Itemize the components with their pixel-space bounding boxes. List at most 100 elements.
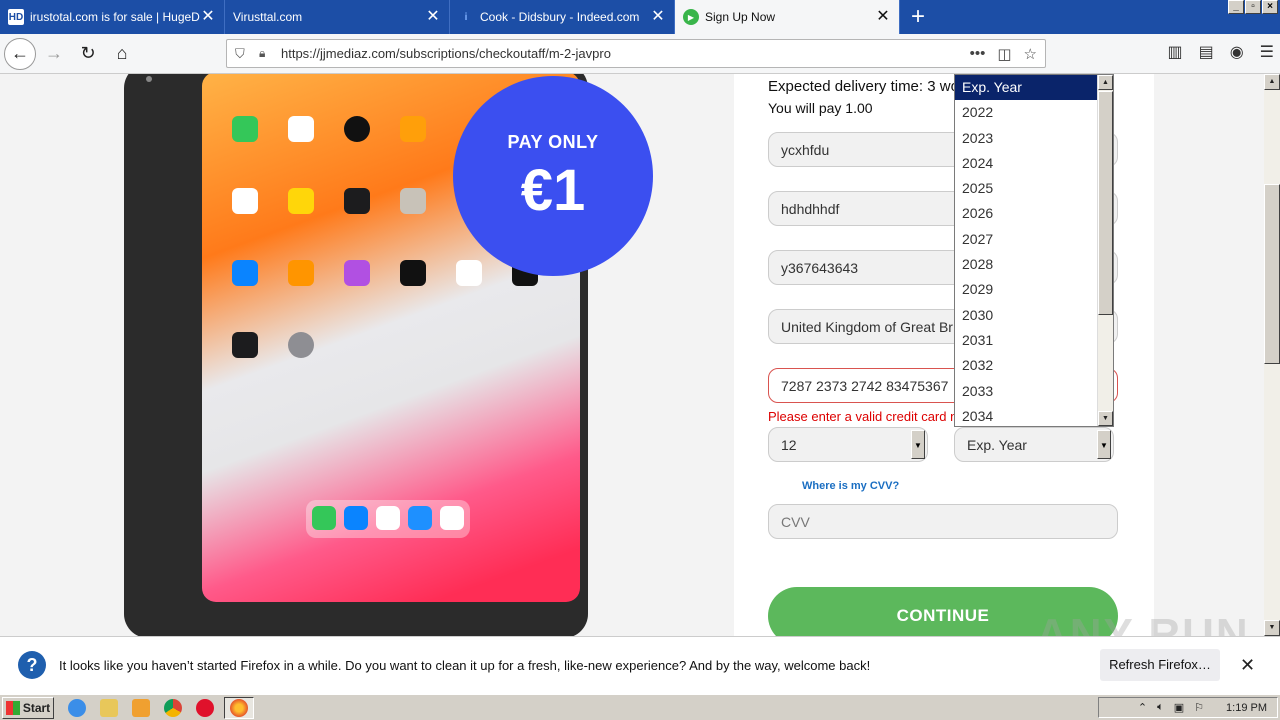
year-option[interactable]: 2028 — [955, 252, 1099, 277]
tab-close-icon[interactable]: ✕ — [200, 9, 216, 25]
scroll-down-icon[interactable]: ▼ — [1264, 620, 1280, 636]
cvv-field[interactable]: CVV — [768, 504, 1118, 539]
year-option[interactable]: 2025 — [955, 176, 1099, 201]
firefox-icon — [230, 698, 248, 717]
pocket-icon[interactable]: ◫ — [997, 45, 1011, 63]
arrow-right-icon: → — [45, 43, 63, 63]
year-option[interactable]: 2027 — [955, 227, 1099, 252]
minimize-icon[interactable]: _ — [1228, 0, 1244, 14]
year-option[interactable]: 2031 — [955, 328, 1099, 353]
scroll-thumb[interactable] — [1098, 91, 1113, 315]
start-label: Start — [22, 700, 51, 715]
lock-icon[interactable]: 🔒︎ — [259, 46, 273, 61]
safari-app-icon — [344, 506, 368, 530]
where-is-cvv-link[interactable]: Where is my CVV? — [802, 480, 899, 492]
firefox-notification-bar: ? It looks like you haven’t started Fire… — [0, 636, 1280, 694]
year-option[interactable]: 2022 — [955, 100, 1099, 125]
forward-button[interactable]: → — [38, 38, 70, 70]
page-actions-icon[interactable]: ••• — [970, 45, 986, 63]
clock: 1:19 PM — [1226, 701, 1267, 714]
windows-taskbar: Start ⌃ 🔈︎ ▣ ⚐ 1:19 PM — [0, 694, 1280, 720]
opera-icon[interactable] — [196, 698, 214, 717]
year-option[interactable]: Exp. Year — [955, 75, 1099, 101]
navigation-bar: ← → ↻ ⌂ ⛉ 🔒︎ https://jjmediaz.com/subscr… — [0, 34, 1280, 74]
close-icon[interactable]: ✕ — [1240, 655, 1255, 676]
url-bar[interactable]: ⛉ 🔒︎ https://jjmediaz.com/subscriptions/… — [226, 39, 1046, 68]
dropdown-scrollbar[interactable]: ▲ ▼ — [1097, 75, 1113, 426]
action-center-flag-icon[interactable]: ⚐ — [1194, 701, 1204, 714]
refresh-firefox-button[interactable]: Refresh Firefox… — [1100, 649, 1220, 681]
exp-year-dropdown-list[interactable]: Exp. Year 2022 2023 2024 2025 2026 2027 2028 202… — [954, 74, 1114, 427]
internet-explorer-icon[interactable] — [68, 698, 86, 717]
start-button[interactable]: Start — [2, 696, 54, 719]
home-icon: ⌂ — [116, 43, 128, 63]
account-icon[interactable]: ◉ — [1230, 42, 1244, 62]
network-icon[interactable]: ▣ — [1174, 701, 1184, 714]
scroll-thumb[interactable] — [1264, 184, 1280, 364]
hugedomains-favicon-icon: HD — [8, 9, 24, 25]
year-option[interactable]: 2026 — [955, 201, 1099, 226]
tray-expand-icon[interactable]: ⌃ — [1138, 701, 1147, 714]
scroll-up-icon[interactable]: ▲ — [1098, 75, 1113, 90]
page-scrollbar[interactable]: ▲ ▼ — [1264, 74, 1280, 636]
books-app-icon — [288, 260, 314, 286]
year-option[interactable]: 2029 — [955, 277, 1099, 302]
arrow-left-icon: ← — [11, 43, 29, 63]
clock-app-icon — [344, 116, 370, 142]
scroll-up-icon[interactable]: ▲ — [1264, 74, 1280, 90]
tab-title: Sign Up Now — [705, 10, 776, 24]
menu-icon[interactable]: ☰ — [1260, 42, 1274, 62]
chevron-down-icon[interactable]: ▼ — [1097, 430, 1111, 459]
tab-title: irustotal.com is for sale | HugeDomains — [30, 10, 200, 24]
year-option[interactable]: 2032 — [955, 353, 1099, 378]
folder-icon[interactable] — [100, 698, 118, 717]
shield-icon[interactable]: ⛉ — [235, 46, 251, 62]
year-option[interactable]: 2023 — [955, 126, 1099, 151]
maximize-icon[interactable]: ▫ — [1245, 0, 1261, 14]
system-tray: ⌃ 🔈︎ ▣ ⚐ 1:19 PM — [1098, 697, 1278, 718]
sidebar-icon[interactable]: ▤ — [1199, 42, 1214, 62]
tab-sign-up-now[interactable]: ▶ Sign Up Now ✕ — [675, 0, 900, 34]
chevron-down-icon[interactable]: ▼ — [911, 430, 925, 459]
bookmark-star-icon[interactable]: ☆ — [1024, 45, 1037, 63]
new-tab-button[interactable]: + — [900, 0, 936, 34]
tab-hugedomains[interactable]: HD irustotal.com is for sale | HugeDomai… — [0, 0, 225, 34]
reload-button[interactable]: ↻ — [72, 38, 104, 70]
card-error-message: Please enter a valid credit card n — [768, 409, 958, 424]
chrome-icon[interactable] — [164, 698, 182, 717]
library-icon[interactable]: ▥ — [1167, 42, 1182, 62]
calendar-app-icon — [288, 116, 314, 142]
firefox-taskbar-button[interactable] — [224, 696, 254, 719]
ipad-dock — [306, 500, 470, 538]
play-favicon-icon: ▶ — [683, 9, 699, 25]
back-button[interactable]: ← — [4, 37, 36, 70]
pay-only-badge: PAY ONLY €1 — [453, 76, 653, 276]
tab-title: Virusttal.com — [233, 10, 303, 24]
tab-close-icon[interactable]: ✕ — [650, 9, 666, 25]
settings-app-icon — [288, 332, 314, 358]
exp-year-select[interactable]: Exp. Year ▼ — [954, 427, 1114, 462]
year-option[interactable]: 2030 — [955, 303, 1099, 328]
tab-close-icon[interactable]: ✕ — [875, 9, 891, 25]
exp-year-value: Exp. Year — [967, 436, 1027, 453]
year-option[interactable]: 2034 — [955, 404, 1099, 426]
camera-dot — [146, 76, 152, 82]
home-button[interactable]: ⌂ — [106, 38, 138, 70]
media-player-icon[interactable] — [132, 698, 150, 717]
volume-icon[interactable]: 🔈︎ — [1157, 701, 1164, 714]
year-option[interactable]: 2024 — [955, 151, 1099, 176]
app-store-icon — [232, 260, 258, 286]
scroll-down-icon[interactable]: ▼ — [1098, 411, 1113, 426]
year-options: Exp. Year 2022 2023 2024 2025 2026 2027 2028 202… — [955, 75, 1099, 426]
tab-indeed[interactable]: i Cook - Didsbury - Indeed.com ✕ — [450, 0, 675, 34]
tab-close-icon[interactable]: ✕ — [425, 9, 441, 25]
reminders-app-icon — [232, 188, 258, 214]
url-text[interactable]: https://jjmediaz.com/subscriptions/check… — [281, 46, 970, 61]
year-option[interactable]: 2033 — [955, 379, 1099, 404]
question-icon: ? — [18, 651, 46, 679]
exp-month-select[interactable]: 12 ▼ — [768, 427, 928, 462]
tab-virusttal[interactable]: Virusttal.com ✕ — [225, 0, 450, 34]
notification-message: It looks like you haven’t started Firefo… — [59, 658, 871, 673]
close-window-icon[interactable]: × — [1262, 0, 1278, 14]
badge-price: €1 — [520, 158, 586, 223]
